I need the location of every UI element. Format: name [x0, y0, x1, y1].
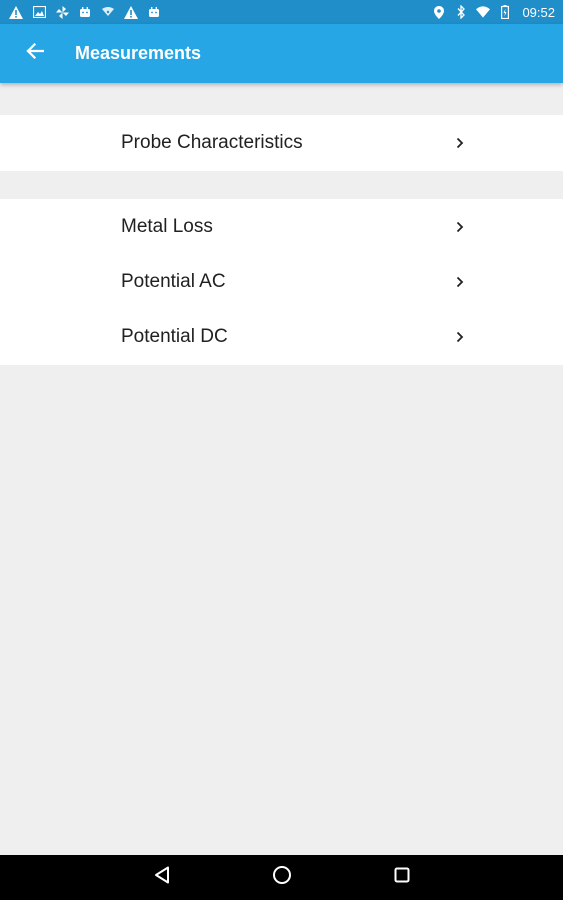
chevron-right-icon — [454, 330, 466, 344]
pinwheel-icon — [55, 5, 69, 19]
location-icon — [432, 5, 446, 19]
wifi-icon — [476, 5, 491, 19]
warning-icon — [124, 5, 138, 19]
back-button[interactable] — [9, 28, 61, 80]
list-item-label: Probe Characteristics — [121, 132, 303, 153]
status-bar: 09:52 — [0, 0, 563, 24]
chevron-right-icon — [454, 136, 466, 150]
battery-icon — [498, 5, 512, 19]
back-triangle-icon — [154, 866, 170, 889]
system-icons: 09:52 — [432, 5, 555, 20]
status-clock: 09:52 — [522, 4, 555, 20]
settings-group-measurements: Metal Loss Potential AC Potential DC — [0, 199, 563, 365]
nav-recents-button[interactable] — [372, 855, 432, 900]
arrow-back-icon — [26, 42, 45, 64]
list-item-potential-ac[interactable]: Potential AC — [0, 254, 563, 309]
bluetooth-icon — [454, 5, 468, 19]
page-title: Measurements — [75, 43, 202, 63]
chevron-right-icon — [454, 275, 466, 289]
list-item-label: Metal Loss — [121, 215, 213, 237]
wifi-small-icon — [101, 5, 115, 19]
list-item-metal-loss[interactable]: Metal Loss — [0, 199, 563, 254]
list-item-label: Potential AC — [121, 270, 226, 292]
app-bar: Measurements — [0, 24, 563, 83]
nav-home-button[interactable] — [252, 855, 312, 900]
image-icon — [32, 5, 46, 19]
list-item-potential-dc[interactable]: Potential DC — [0, 309, 563, 364]
recents-square-icon — [394, 867, 410, 888]
chevron-right-icon — [454, 220, 466, 234]
home-circle-icon — [272, 865, 292, 890]
list-item-probe-characteristics[interactable]: Probe Characteristics — [0, 115, 563, 171]
navigation-bar — [0, 855, 563, 900]
android-icon — [78, 5, 92, 19]
android-icon — [147, 5, 161, 19]
warning-icon — [9, 5, 23, 19]
settings-group-probe: Probe Characteristics — [0, 115, 563, 171]
nav-back-button[interactable] — [132, 855, 192, 900]
notification-icons — [9, 5, 161, 19]
list-item-label: Potential DC — [121, 325, 228, 347]
